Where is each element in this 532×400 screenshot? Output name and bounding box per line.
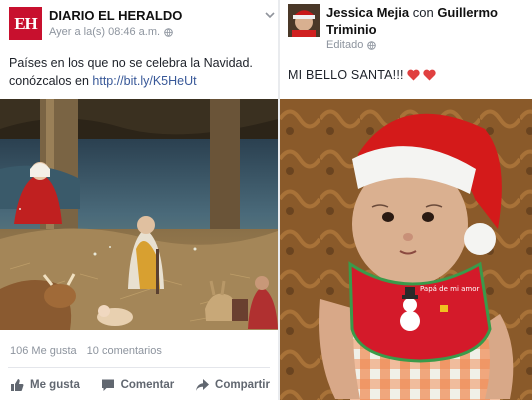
avatar[interactable] xyxy=(288,4,320,37)
nativity-photo[interactable] xyxy=(0,99,278,330)
page-logo[interactable]: EH xyxy=(9,7,42,40)
post-meta: Ayer a la(s) 08:46 a.m. xyxy=(49,26,173,38)
share-arrow-icon xyxy=(196,379,210,391)
like-label: Me gusta xyxy=(30,379,80,391)
globe-icon xyxy=(367,40,377,50)
bib-text: Papá de mi amor xyxy=(420,285,480,293)
comment-label: Comentar xyxy=(120,379,175,391)
globe-icon xyxy=(164,27,173,37)
post-actions: Me gusta Comentar Compartir xyxy=(0,378,278,392)
baby-in-santa-hat-image: Papá de mi amor xyxy=(280,99,532,400)
post-author[interactable]: DIARIO EL HERALDO xyxy=(49,8,182,23)
post-text: Países en los que no se celebra la Navid… xyxy=(9,54,274,90)
post-text-body: MI BELLO SANTA!!! xyxy=(288,68,404,82)
post-link[interactable]: http://bit.ly/K5HeUt xyxy=(92,74,196,88)
author-connector: con xyxy=(409,5,438,20)
avatar-image xyxy=(288,4,320,37)
comment-button[interactable]: Comentar xyxy=(101,378,175,392)
post-timestamp[interactable]: Ayer a la(s) 08:46 a.m. xyxy=(49,26,160,38)
share-label: Compartir xyxy=(215,379,270,391)
comment-icon xyxy=(101,379,114,391)
author-name[interactable]: Jessica Mejia xyxy=(326,5,409,20)
divider xyxy=(8,367,270,368)
heart-emoji-icon xyxy=(407,69,420,81)
nativity-scene-image xyxy=(0,99,278,330)
post-text: MI BELLO SANTA!!! xyxy=(288,66,436,84)
post-author: Jessica Mejia con Guillermo Triminio xyxy=(326,4,526,38)
share-button[interactable]: Compartir xyxy=(195,378,270,392)
post-meta: Editado xyxy=(326,39,377,51)
post-card-jessica: Jessica Mejia con Guillermo Triminio Edi… xyxy=(280,0,532,400)
post-card-el-heraldo: EH DIARIO EL HERALDO Ayer a la(s) 08:46 … xyxy=(0,0,278,400)
post-stats: 106 Me gusta 10 comentarios xyxy=(10,345,162,357)
likes-count[interactable]: 106 Me gusta xyxy=(10,345,77,357)
thumbs-up-icon xyxy=(11,379,24,391)
chevron-down-icon[interactable] xyxy=(264,9,276,21)
comments-count[interactable]: 10 comentarios xyxy=(87,345,162,357)
logo-text: EH xyxy=(14,13,38,33)
heart-emoji-icon xyxy=(423,69,436,81)
edited-label[interactable]: Editado xyxy=(326,39,363,51)
baby-santa-photo[interactable]: Papá de mi amor xyxy=(280,99,532,400)
like-button[interactable]: Me gusta xyxy=(10,378,80,392)
